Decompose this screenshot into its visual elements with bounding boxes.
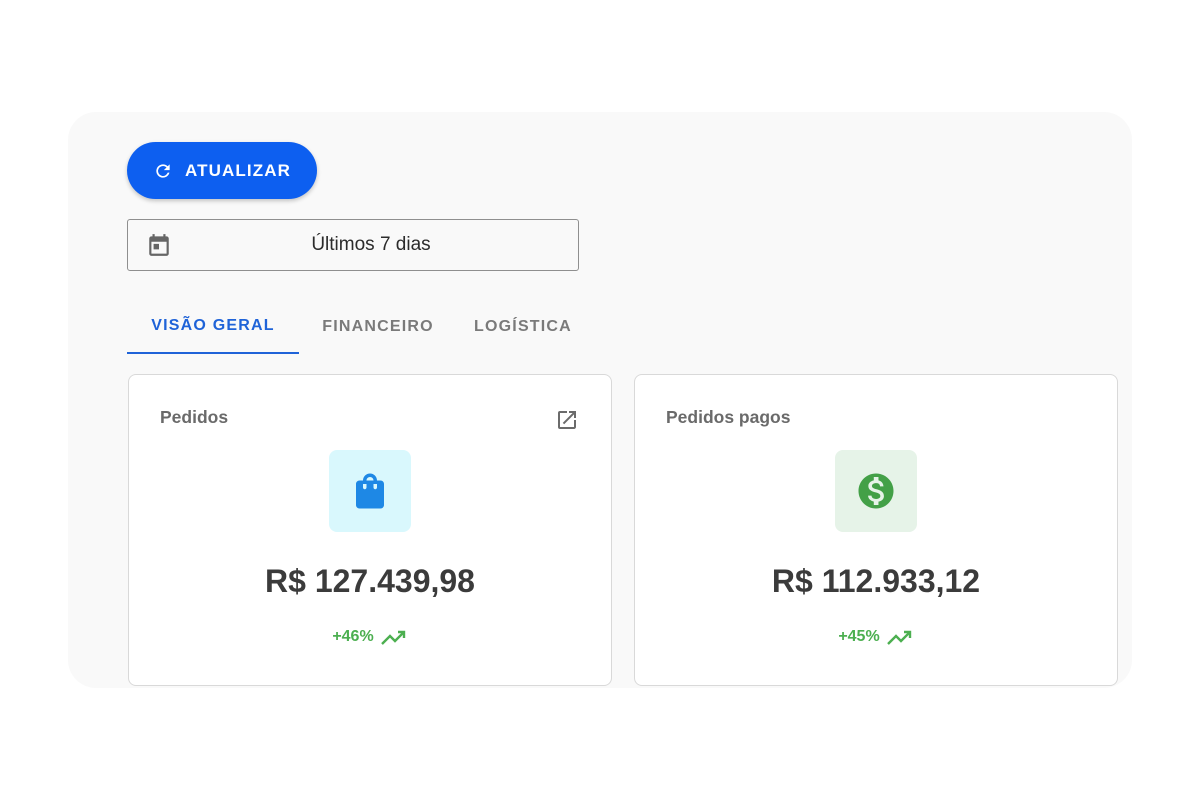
dollar-icon (858, 473, 894, 509)
orders-delta: +46% (129, 627, 611, 647)
date-range-value: Últimos 7 dias (311, 234, 431, 255)
refresh-icon (156, 163, 170, 178)
card-title: Pedidos (160, 407, 229, 427)
open-in-new-icon[interactable] (555, 408, 579, 432)
paid-orders-amount: R$ 112.933,12 (771, 563, 981, 599)
refresh-button-label: ATUALIZAR (185, 160, 291, 180)
paid-orders-card: Pedidos pagos R$ 112.933,12 +45% (634, 374, 1118, 686)
paid-orders-delta: +45% (635, 627, 1117, 647)
trending-up-icon (380, 630, 405, 645)
date-range-picker[interactable]: Últimos 7 dias (127, 219, 579, 271)
orders-card: Pedidos R$ 127.439,98 +46% (128, 374, 612, 686)
paid-orders-icon-tile (835, 450, 917, 532)
calendar-icon (149, 234, 169, 256)
tab-logistica[interactable]: LOGÍSTICA (457, 300, 589, 354)
tab-visao-geral[interactable]: VISÃO GERAL (127, 300, 299, 354)
shopping-bag-icon (356, 473, 384, 509)
delta-value: +45% (838, 628, 880, 645)
orders-icon-tile (329, 450, 411, 532)
tab-bar: VISÃO GERAL FINANCEIRO LOGÍSTICA (127, 300, 589, 354)
trending-up-icon (886, 630, 911, 645)
delta-value: +46% (332, 628, 374, 645)
dashboard-panel: ATUALIZAR Últimos 7 dias VISÃO GERAL FIN… (68, 112, 1132, 688)
refresh-button[interactable]: ATUALIZAR (127, 142, 317, 199)
tab-financeiro[interactable]: FINANCEIRO (299, 300, 457, 354)
card-title: Pedidos pagos (666, 407, 791, 427)
orders-amount: R$ 127.439,98 (265, 563, 475, 599)
